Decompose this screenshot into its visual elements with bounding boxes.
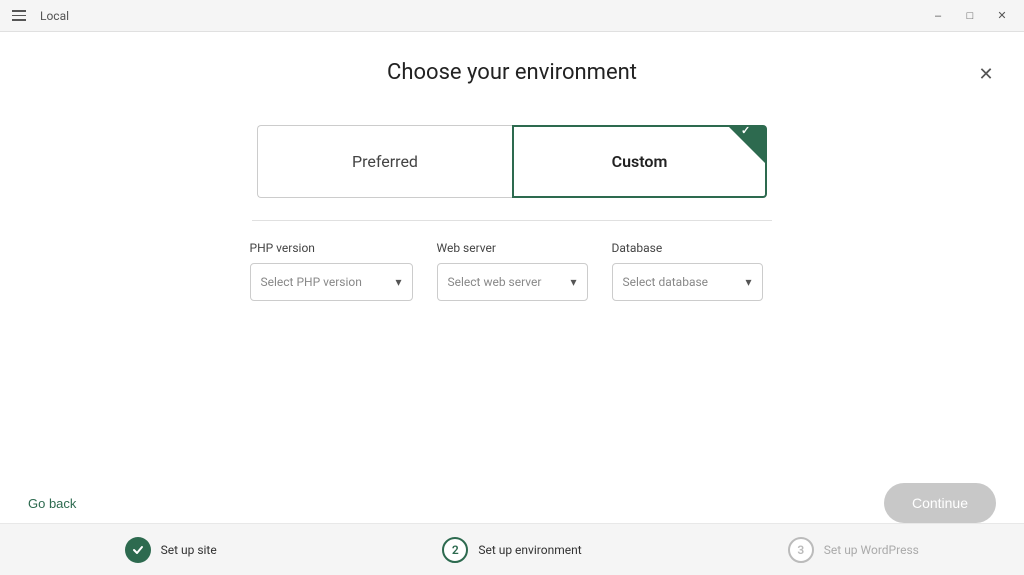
web-server-select[interactable]: Select web server ▾ <box>437 263 588 301</box>
database-label: Database <box>612 241 763 255</box>
step-3-number: 3 <box>797 543 804 557</box>
database-placeholder: Select database <box>623 275 709 289</box>
php-version-group: PHP version Select PHP version ▾ <box>250 241 425 301</box>
progress-bar: Set up site 2 Set up environment 3 Set u… <box>0 523 1024 575</box>
database-group: Database Select database ▾ <box>600 241 775 301</box>
php-version-chevron-icon: ▾ <box>395 275 401 289</box>
bottom-actions: Go back Continue <box>0 483 1024 523</box>
step-2-label: Set up environment <box>478 543 581 557</box>
main-content: Choose your environment ✕ Preferred Cust… <box>0 32 1024 575</box>
step-3-circle: 3 <box>788 537 814 563</box>
php-version-select[interactable]: Select PHP version ▾ <box>250 263 413 301</box>
step-2-number: 2 <box>452 543 459 557</box>
php-version-placeholder: Select PHP version <box>261 275 362 289</box>
titlebar: Local – □ ✕ <box>0 0 1024 32</box>
dialog-header: Choose your environment ✕ <box>0 32 1024 105</box>
step-2: 2 Set up environment <box>341 537 682 563</box>
dialog-title: Choose your environment <box>387 60 637 85</box>
preferred-label: Preferred <box>352 152 418 171</box>
database-select[interactable]: Select database ▾ <box>612 263 763 301</box>
custom-label: Custom <box>612 152 668 171</box>
web-server-chevron-icon: ▾ <box>570 275 576 289</box>
close-dialog-button[interactable]: ✕ <box>972 60 1000 88</box>
web-server-placeholder: Select web server <box>448 275 542 289</box>
menu-icon[interactable] <box>8 6 30 25</box>
custom-option[interactable]: Custom <box>512 125 767 198</box>
web-server-group: Web server Select web server ▾ <box>425 241 600 301</box>
web-server-label: Web server <box>437 241 588 255</box>
maximize-button[interactable]: □ <box>956 6 984 26</box>
step-3-label: Set up WordPress <box>824 543 919 557</box>
titlebar-left: Local <box>8 6 69 25</box>
step-1-circle <box>125 537 151 563</box>
step-1-label: Set up site <box>161 543 217 557</box>
selected-checkmark <box>729 127 765 163</box>
continue-button[interactable]: Continue <box>884 483 996 523</box>
step-1: Set up site <box>0 537 341 563</box>
close-window-button[interactable]: ✕ <box>988 6 1016 26</box>
window-controls: – □ ✕ <box>924 6 1016 26</box>
php-version-label: PHP version <box>250 241 413 255</box>
go-back-button[interactable]: Go back <box>28 496 76 511</box>
environment-selection: Preferred Custom <box>0 105 1024 208</box>
app-name: Local <box>40 9 69 23</box>
minimize-button[interactable]: – <box>924 6 952 26</box>
step-1-check-icon <box>132 544 144 556</box>
step-2-circle: 2 <box>442 537 468 563</box>
database-chevron-icon: ▾ <box>745 275 751 289</box>
preferred-option[interactable]: Preferred <box>257 125 512 198</box>
step-3: 3 Set up WordPress <box>683 537 1024 563</box>
form-section: PHP version Select PHP version ▾ Web ser… <box>0 221 1024 321</box>
